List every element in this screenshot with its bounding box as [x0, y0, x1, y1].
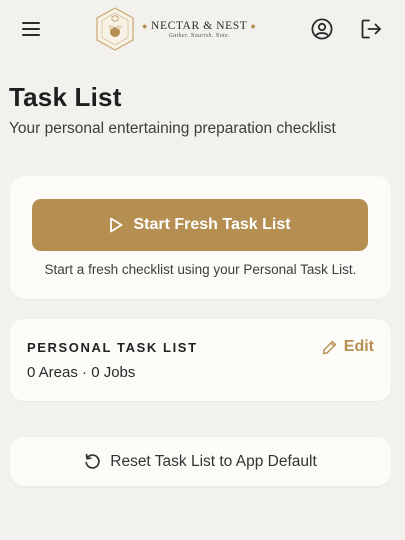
logout-button[interactable] — [357, 15, 385, 43]
personal-task-list-card: PERSONAL TASK LIST 0 Areas · 0 Jobs Edit — [10, 319, 391, 401]
reset-task-list-button[interactable]: Reset Task List to App Default — [10, 437, 391, 486]
play-icon — [109, 217, 123, 233]
brand-tagline: Gather. Nourish. Note. — [168, 32, 230, 39]
brand-logo[interactable]: ● NECTAR & NEST ● Gather. Nourish. Note. — [95, 6, 265, 52]
start-button-label: Start Fresh Task List — [133, 216, 291, 233]
logout-icon — [361, 19, 381, 39]
reset-icon — [84, 453, 101, 470]
start-fresh-task-list-button[interactable]: Start Fresh Task List — [32, 199, 368, 251]
page-title: Task List — [9, 82, 122, 112]
start-description: Start a fresh checklist using your Perso… — [44, 262, 357, 277]
reset-label: Reset Task List to App Default — [110, 452, 317, 470]
menu-button[interactable] — [17, 15, 45, 43]
user-circle-icon — [311, 18, 333, 40]
app-header: ● NECTAR & NEST ● Gather. Nourish. Note. — [0, 0, 405, 58]
hamburger-menu-icon — [22, 22, 40, 36]
pencil-icon — [322, 340, 337, 355]
start-task-list-card: Start Fresh Task List Start a fresh chec… — [10, 176, 391, 299]
edit-personal-task-list-button[interactable]: Edit — [322, 338, 374, 356]
page-subtitle: Your personal entertaining preparation c… — [9, 120, 336, 137]
personal-task-list-summary: 0 Areas · 0 Jobs — [27, 364, 136, 381]
honeycomb-emblem-icon — [96, 7, 134, 51]
edit-label: Edit — [343, 338, 374, 355]
brand-name: ● NECTAR & NEST ● — [142, 19, 257, 32]
personal-task-list-title: PERSONAL TASK LIST — [27, 340, 198, 355]
profile-button[interactable] — [308, 15, 336, 43]
